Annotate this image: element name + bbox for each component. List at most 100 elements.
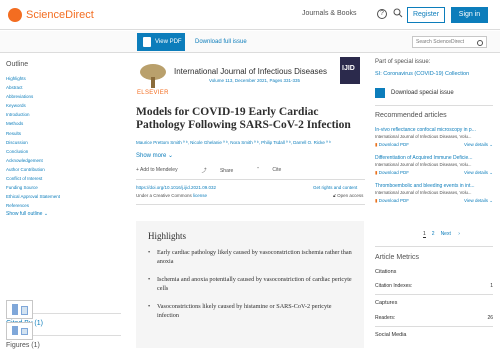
highlight-item: Ischemia and anoxia potentially caused b… — [148, 276, 354, 293]
recommended-source: International Journal of Infectious Dise… — [375, 190, 472, 195]
share-button[interactable]: ⤴ Share — [202, 167, 246, 174]
outline-item[interactable]: Discussion — [6, 138, 121, 147]
elsevier-wordmark: ELSEVIER — [137, 90, 169, 96]
citation-indexes-value: 1 — [490, 283, 493, 289]
outline-item[interactable]: Acknowledgement — [6, 156, 121, 165]
page-1-button[interactable]: 1 — [423, 231, 426, 238]
download-special-issue-label: Download special issue — [391, 90, 454, 96]
share-icon: ⤴ — [201, 168, 208, 174]
outline-item[interactable]: Methods — [6, 119, 121, 128]
view-details-link[interactable]: View details ⌄ — [464, 142, 493, 148]
view-details-link[interactable]: View details ⌄ — [464, 198, 493, 204]
register-button[interactable]: Register — [407, 7, 445, 23]
outline-title: Outline — [6, 61, 29, 68]
article-toolbar: View PDF Download full issue Search Scie… — [0, 31, 500, 53]
journal-cover-text: IJID — [342, 65, 355, 72]
download-full-issue-link[interactable]: Download full issue — [195, 39, 247, 45]
quote-icon: “ — [257, 167, 261, 173]
elsevier-logo[interactable]: ELSEVIER — [136, 62, 170, 98]
license-link[interactable]: license — [193, 193, 207, 198]
search-sciencedirect-input[interactable]: Search ScienceDirect — [412, 36, 487, 48]
download-pdf-link[interactable]: ▮ Download PDF — [375, 170, 409, 176]
divider — [375, 294, 493, 295]
chevron-down-icon: ⌄ — [168, 153, 174, 159]
divider — [136, 204, 365, 205]
highlight-item: Vasoconstrictions likely caused by hista… — [148, 303, 354, 320]
outline-item[interactable]: Conclusion — [6, 147, 121, 156]
download-pdf-link[interactable]: ▮ Download PDF — [375, 142, 409, 148]
download-pdf-label: Download PDF — [378, 170, 409, 175]
add-to-mendeley-label: Add to Mendeley — [140, 167, 178, 173]
add-to-mendeley-button[interactable]: + Add to Mendeley — [136, 167, 190, 174]
highlights-box: Highlights Early cardiac pathology likel… — [136, 221, 364, 348]
license-prefix: Under a Creative Commons — [136, 193, 194, 198]
download-special-issue-button[interactable]: Download special issue — [375, 88, 454, 98]
outline-item[interactable]: Author Contribution — [6, 165, 121, 174]
next-page-button[interactable]: Next › — [441, 231, 460, 238]
divider — [375, 246, 493, 247]
show-full-outline-link[interactable]: Show full outline ⌄ — [6, 211, 121, 217]
outline-item[interactable]: Funding Source — [6, 183, 121, 192]
citation-indexes-row: Citation Indexes: 1 — [375, 283, 493, 289]
outline-item[interactable]: References — [6, 201, 121, 210]
outline-item[interactable]: Abbreviations — [6, 92, 121, 101]
author-list[interactable]: Maurice Prettom Smith ª ᵇ, Nicole Ghelan… — [136, 140, 365, 145]
help-icon[interactable]: ? — [377, 9, 387, 19]
view-details-link[interactable]: View details ⌄ — [464, 170, 493, 176]
show-more-button[interactable]: Show more ⌄ — [136, 152, 173, 159]
divider — [136, 179, 365, 180]
highlights-title: Highlights — [148, 231, 187, 241]
figure-thumbnail[interactable] — [6, 322, 33, 340]
figure-bar — [12, 326, 18, 335]
sciencedirect-logo[interactable]: ScienceDirect — [8, 8, 94, 22]
view-pdf-label: View PDF — [155, 39, 182, 45]
sign-in-button[interactable]: Sign in — [451, 7, 488, 23]
chevron-down-icon: ⌄ — [43, 211, 49, 218]
elsevier-mark-icon — [8, 8, 22, 22]
social-media-heading: Social Media — [375, 332, 407, 338]
right-sidebar: Part of special issue: SI: Coronavirus (… — [369, 54, 500, 348]
outline-item[interactable]: Ethical Approval Statement — [6, 192, 121, 201]
outline-item[interactable]: Results — [6, 129, 121, 138]
recommended-source: International Journal of Infectious Dise… — [375, 134, 472, 139]
page-2-button[interactable]: 2 — [432, 231, 435, 238]
outline-item[interactable]: Conflict of Interest — [6, 174, 121, 183]
journal-cover-image[interactable]: IJID — [340, 57, 360, 84]
recommended-pagination: 1 2 Next › — [423, 231, 466, 238]
recommended-title-link[interactable]: In-vivo reflectance confocal microscopy … — [375, 127, 493, 133]
recommended-title-link[interactable]: Thromboembolic and bleeding events in in… — [375, 183, 493, 189]
citations-heading: Citations — [375, 269, 397, 275]
download-pdf-link[interactable]: ▮ Download PDF — [375, 198, 409, 204]
tree-trunk — [151, 77, 155, 88]
readers-row: Readers: 26 — [375, 315, 493, 321]
cite-button[interactable]: “ Cite — [257, 167, 293, 174]
recommended-item: Differentiation of Acquired Immune Defic… — [375, 155, 493, 176]
journals-books-link[interactable]: Journals & Books — [302, 10, 356, 17]
top-header: ScienceDirect Journals & Books ? Registe… — [0, 0, 500, 30]
doi-link[interactable]: https://doi.org/10.1016/j.ijid.2021.09.0… — [136, 185, 216, 190]
license-note: Under a Creative Commons license — [136, 193, 207, 198]
readers-label: Readers: — [375, 315, 396, 321]
journal-title-link[interactable]: International Journal of Infectious Dise… — [174, 67, 327, 76]
share-label: Share — [219, 168, 234, 174]
recommended-title-link[interactable]: Differentiation of Acquired Immune Defic… — [375, 155, 493, 161]
recommended-item: Thromboembolic and bleeding events in in… — [375, 183, 493, 204]
search-icon[interactable] — [393, 8, 403, 18]
journal-volume-link[interactable]: Volume 113, December 2021, Pages 331-335 — [209, 78, 300, 83]
get-rights-link[interactable]: Get rights and content — [313, 185, 357, 190]
outline-item[interactable]: Introduction — [6, 110, 121, 119]
view-pdf-button[interactable]: View PDF — [137, 33, 185, 51]
outline-item[interactable]: Abstract — [6, 83, 121, 92]
divider — [375, 105, 493, 106]
figure-bar — [12, 304, 18, 315]
logo-text: ScienceDirect — [26, 9, 94, 21]
readers-value: 26 — [487, 315, 493, 321]
figure-thumbnail[interactable] — [6, 300, 33, 319]
outline-item[interactable]: Keywords — [6, 101, 121, 110]
captures-heading: Captures — [375, 300, 398, 306]
view-details-label: View details — [464, 142, 488, 147]
special-issue-link[interactable]: SI: Coronavirus (COVID-19) Collection — [375, 71, 469, 77]
cite-label: Cite — [272, 167, 282, 173]
figure-box — [21, 306, 28, 315]
outline-item[interactable]: Highlights — [6, 74, 121, 83]
